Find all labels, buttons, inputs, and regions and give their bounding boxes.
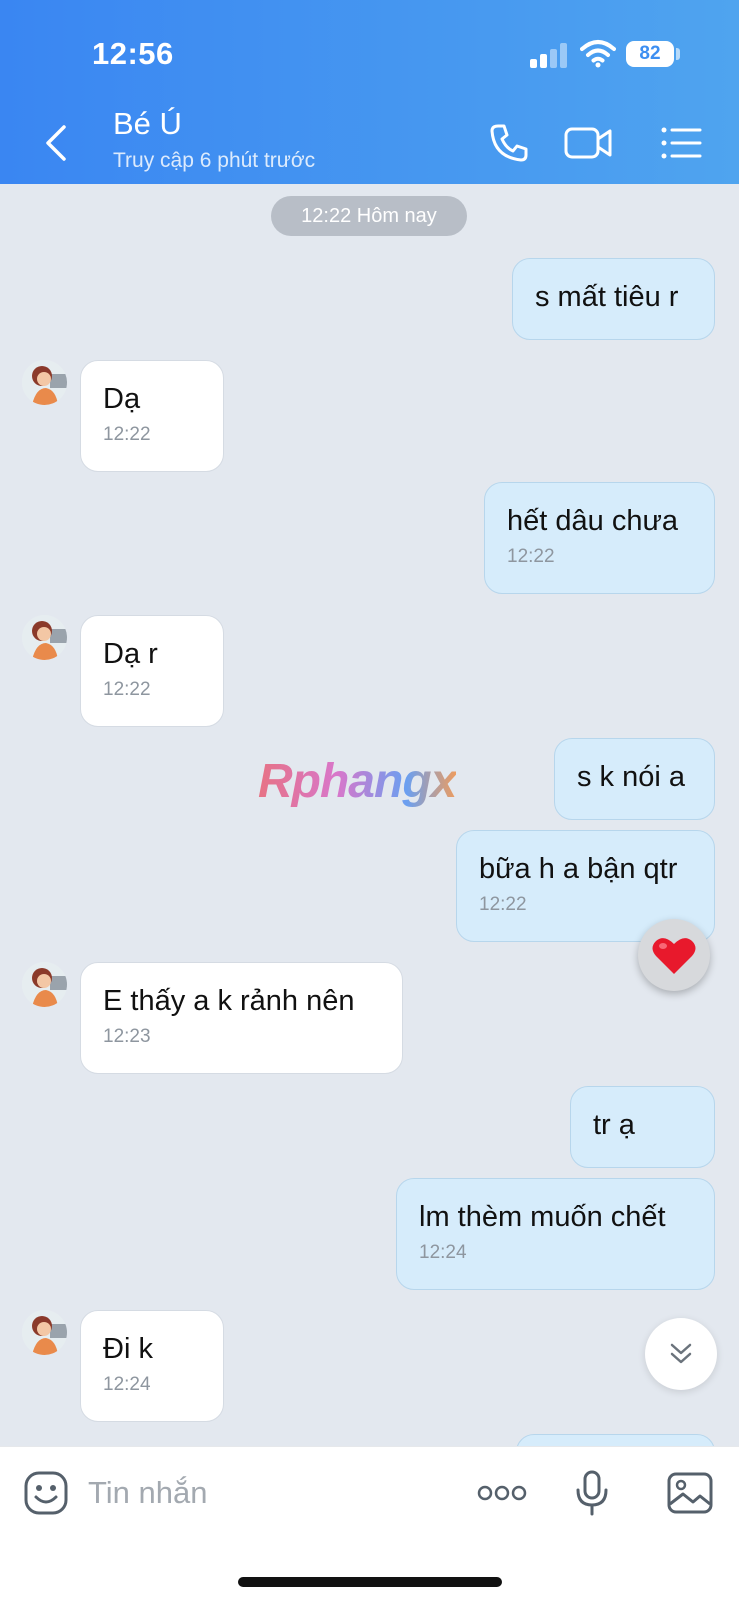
emoji-button[interactable] <box>20 1467 72 1519</box>
cellular-signal-icon <box>530 40 570 68</box>
home-indicator <box>238 1577 502 1587</box>
message-text: Dạ r <box>103 638 158 670</box>
microphone-icon <box>576 1470 608 1516</box>
message-bubble-outgoing[interactable]: hết dâu chưa 12:22 <box>484 482 715 594</box>
chat-area[interactable]: 12:22 Hôm nay s mất tiêu r Dạ 12:22 hết … <box>0 184 739 1446</box>
video-call-icon <box>564 127 612 159</box>
contact-last-seen: Truy cập 6 phút trước <box>113 149 316 172</box>
avatar-image <box>22 615 67 660</box>
reaction-button[interactable] <box>638 919 710 991</box>
avatar-image <box>22 962 67 1007</box>
message-text: s k nói a <box>577 761 685 793</box>
message-time: 12:22 <box>103 679 151 700</box>
message-bubble-outgoing[interactable]: lm thèm muốn chết 12:24 <box>396 1178 715 1290</box>
back-icon <box>46 125 66 161</box>
message-text: E thấy a k rảnh nên <box>103 985 355 1017</box>
scroll-to-bottom-button[interactable] <box>645 1318 717 1390</box>
phone-icon <box>490 124 528 162</box>
image-icon <box>667 1472 713 1514</box>
message-bubble-outgoing[interactable]: tr ạ <box>570 1086 715 1168</box>
menu-button[interactable] <box>656 118 706 168</box>
message-time: 12:24 <box>419 1242 467 1263</box>
message-bubble-incoming[interactable]: Dạ r 12:22 <box>80 615 224 727</box>
contact-name[interactable]: Bé Ú <box>113 106 182 142</box>
message-time: 12:24 <box>103 1374 151 1395</box>
contact-avatar[interactable] <box>22 615 67 660</box>
message-text: bữa h a bận qtr <box>479 853 678 885</box>
message-time: 12:22 <box>507 546 555 567</box>
message-bubble-incoming[interactable]: Đi k 12:24 <box>80 1310 224 1422</box>
message-bubble-outgoing[interactable]: s mất tiêu r <box>512 258 715 340</box>
message-bubble-outgoing-partial[interactable] <box>516 1434 715 1446</box>
message-time: 12:22 <box>479 894 527 915</box>
double-chevron-down-icon <box>670 1343 692 1364</box>
date-divider: 12:22 Hôm nay <box>271 196 467 236</box>
avatar-image <box>22 1310 67 1355</box>
contact-avatar[interactable] <box>22 962 67 1007</box>
message-text: Đi k <box>103 1333 153 1365</box>
watermark: Rphangx <box>258 755 457 808</box>
emoji-icon <box>24 1471 68 1515</box>
contact-avatar[interactable] <box>22 1310 67 1355</box>
battery-indicator: 82 <box>626 41 674 67</box>
video-call-button[interactable] <box>564 118 614 168</box>
message-bubble-outgoing[interactable]: s k nói a <box>554 738 715 820</box>
message-time: 12:23 <box>103 1026 151 1047</box>
contact-avatar[interactable] <box>22 360 67 405</box>
back-button[interactable] <box>36 118 76 168</box>
battery-tip <box>676 48 680 60</box>
message-text: lm thèm muốn chết <box>419 1201 666 1233</box>
more-button[interactable] <box>476 1467 528 1519</box>
avatar-image <box>22 360 67 405</box>
more-icon <box>477 1485 527 1501</box>
message-time: 12:22 <box>103 424 151 445</box>
message-text: s mất tiêu r <box>535 281 679 313</box>
voice-message-button[interactable] <box>566 1467 618 1519</box>
chat-header: 12:56 82 Bé Ú Truy cập 6 phút trước <box>0 0 739 184</box>
wifi-icon <box>580 40 616 68</box>
menu-list-icon <box>661 127 702 159</box>
heart-icon <box>652 938 696 974</box>
message-bubble-incoming[interactable]: Dạ 12:22 <box>80 360 224 472</box>
send-image-button[interactable] <box>664 1467 716 1519</box>
message-input-bar <box>0 1446 739 1600</box>
message-bubble-incoming[interactable]: E thấy a k rảnh nên 12:23 <box>80 962 403 1074</box>
message-input[interactable] <box>88 1471 448 1515</box>
message-text: tr ạ <box>593 1109 635 1141</box>
call-button[interactable] <box>484 118 534 168</box>
message-text: Dạ <box>103 383 141 415</box>
status-time: 12:56 <box>92 36 174 71</box>
message-text: hết dâu chưa <box>507 505 678 537</box>
